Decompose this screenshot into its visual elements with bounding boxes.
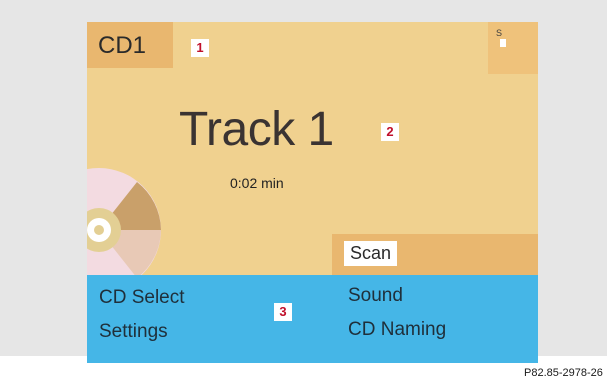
status-area: S xyxy=(488,22,538,74)
function-menu: CD Select Settings Sound CD Naming xyxy=(87,275,538,363)
menu-item-cd-select[interactable]: CD Select xyxy=(99,287,185,309)
scan-button[interactable]: Scan xyxy=(344,241,398,266)
source-label: CD1 xyxy=(98,32,147,59)
cd-disc-icon xyxy=(87,168,161,292)
signal-icon: S xyxy=(496,28,514,50)
menu-item-sound[interactable]: Sound xyxy=(348,285,403,307)
callout-1: 1 xyxy=(191,39,209,57)
signal-label: S xyxy=(496,28,503,38)
scan-bar: Scan xyxy=(332,234,538,276)
menu-item-cd-naming[interactable]: CD Naming xyxy=(348,319,446,341)
track-elapsed-time: 0:02 min xyxy=(230,175,284,191)
menu-item-settings[interactable]: Settings xyxy=(99,321,168,343)
cd-player-screen: CD1 S Track 1 0:02 min Scan CD Select Se… xyxy=(87,22,538,363)
figure-reference: P82.85-2978-26 xyxy=(524,367,603,379)
signal-bar xyxy=(500,39,506,47)
callout-3: 3 xyxy=(274,303,292,321)
illustration-frame: CD1 S Track 1 0:02 min Scan CD Select Se… xyxy=(0,0,607,363)
source-tab[interactable]: CD1 xyxy=(87,22,173,68)
track-title: Track 1 xyxy=(179,103,334,156)
callout-2: 2 xyxy=(381,123,399,141)
